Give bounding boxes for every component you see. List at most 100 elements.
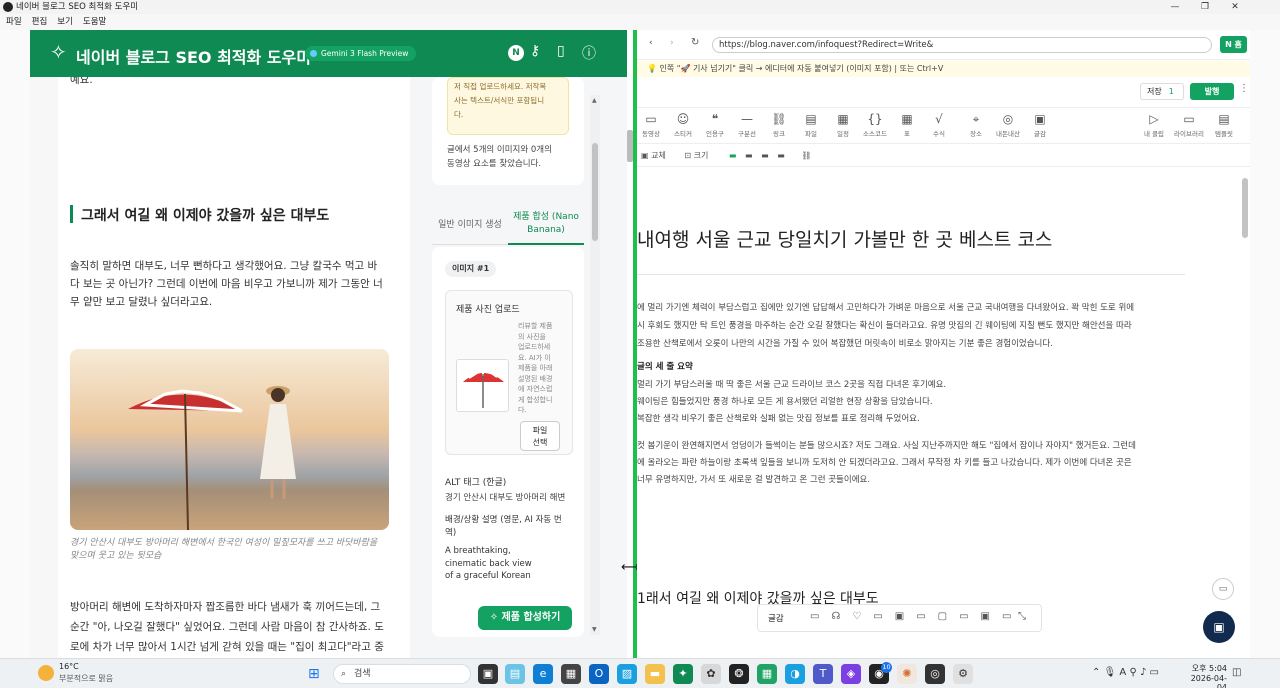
- tool-library[interactable]: ▭ 라이브러리: [1172, 110, 1206, 138]
- outlook-icon[interactable]: O: [589, 664, 609, 684]
- menu-edit[interactable]: 편집: [32, 17, 48, 27]
- replace-button[interactable]: 교체: [651, 151, 666, 160]
- app-icon-5[interactable]: ⚙: [953, 664, 973, 684]
- tab-product-synthesis[interactable]: 제품 합성 (Nano Banana): [508, 211, 584, 245]
- menu-file[interactable]: 파일: [6, 17, 22, 27]
- divider-icon: —: [741, 112, 753, 126]
- tool-link[interactable]: ⛓ 링크: [762, 110, 796, 138]
- app-icon-4[interactable]: ◎: [925, 664, 945, 684]
- tool-video[interactable]: ▭ 동영상: [637, 110, 668, 138]
- size-button[interactable]: 크기: [694, 151, 709, 160]
- floating-app-icon[interactable]: ▣: [1203, 611, 1235, 643]
- user-avatar[interactable]: N: [508, 45, 524, 61]
- photos-icon[interactable]: ▨: [617, 664, 637, 684]
- browser-icon[interactable]: ◑: [785, 664, 805, 684]
- maximize-button[interactable]: ❐: [1190, 0, 1220, 14]
- tool-clip[interactable]: ▷ 내 클립: [1137, 110, 1171, 138]
- more-icon[interactable]: ⋮: [1239, 83, 1249, 94]
- taskbar-search[interactable]: ⌕ 검색: [333, 664, 471, 684]
- back-icon[interactable]: ‹: [649, 38, 653, 48]
- tool-formula[interactable]: √ 수식: [922, 110, 956, 138]
- body-line: 에 멀리 가기엔 체력이 부담스럽고 집에만 있기엔 답답해서 고민하다가 가벼…: [637, 303, 1135, 313]
- editor-bottom-bar: 글감 ▭☊♡▭▣▭▢▭▣▭ ⤡: [757, 604, 1042, 632]
- chatgpt-icon[interactable]: ❂: [729, 664, 749, 684]
- app-icon: [3, 2, 13, 12]
- alt-input[interactable]: 경기 안산시 대부도 방아머리 해변: [445, 491, 573, 503]
- editor-document[interactable]: 내여행 서울 근교 당일치기 가볼만 한 곳 베스트 코스 에 멀리 가기엔 체…: [637, 168, 1250, 658]
- replace-icon[interactable]: ▣: [641, 151, 651, 160]
- article-para-line: 순간 "아, 나오길 잘했다" 싶었어요. 그런데 사람 마음이 참 간사하죠.…: [70, 621, 384, 633]
- teams-icon[interactable]: T: [813, 664, 833, 684]
- synthesize-button[interactable]: ✧ 제품 합성하기: [478, 606, 572, 630]
- mobile-icon[interactable]: ▯: [557, 43, 565, 59]
- body-line: 컷 봄기운이 완연해지면서 엉덩이가 들썩이는 분들 많으시죠? 저도 그래요.…: [637, 441, 1136, 451]
- bg-textarea[interactable]: A breathtaking, cinematic back view of a…: [445, 545, 573, 583]
- model-badge: Gemini 3 Flash Preview: [305, 46, 417, 61]
- tool-label: 인용구: [706, 130, 724, 138]
- tool-material[interactable]: ▣ 글감: [1023, 110, 1057, 138]
- edge-icon[interactable]: e: [533, 664, 553, 684]
- menu-help[interactable]: 도움말: [83, 17, 106, 27]
- refresh-icon[interactable]: ↻: [691, 37, 699, 48]
- notification-icon[interactable]: ◫: [1232, 667, 1241, 678]
- app-icon-2[interactable]: ✿: [701, 664, 721, 684]
- explorer-icon[interactable]: ▬: [645, 664, 665, 684]
- file-select-button[interactable]: 파일 선택: [520, 421, 560, 451]
- tool-sticker[interactable]: ☺ 스티커: [666, 110, 700, 138]
- tool-ad[interactable]: ◎ 내돈내산: [991, 110, 1025, 138]
- scroll-up-icon[interactable]: ▲: [592, 97, 597, 104]
- editor-toolbar: ▭ 동영상 ☺ 스티커 ❝ 인용구 — 구분선 ⛓ 링크 ▤ 파일 ▦ 일정 {} 소스코드 ▦…: [637, 110, 1250, 144]
- tab-general-image[interactable]: 일반 이미지 생성: [432, 219, 508, 232]
- claude-icon[interactable]: ✺: [897, 664, 917, 684]
- tool-schedule[interactable]: ▦ 일정: [826, 110, 860, 138]
- naver-home-button[interactable]: N 홈: [1220, 36, 1247, 53]
- tool-label: 구분선: [738, 130, 756, 138]
- post-title[interactable]: 내여행 서울 근교 당일치기 가볼만 한 곳 베스트 코스: [637, 225, 1052, 252]
- clock-date[interactable]: 2026-04-04: [1181, 674, 1227, 688]
- key-icon[interactable]: ⚷: [530, 43, 540, 59]
- right-margin: [1250, 30, 1280, 658]
- copilot-icon[interactable]: ◈: [841, 664, 861, 684]
- tool-table[interactable]: ▦ 표: [890, 110, 924, 138]
- clock-time[interactable]: 오후 5:04: [1189, 663, 1227, 674]
- scroll-down-icon[interactable]: ▼: [592, 626, 597, 633]
- align-left-icon[interactable]: ▬: [729, 151, 737, 160]
- menu-bar: 파일 편집 보기 도움말: [0, 14, 1280, 30]
- monitor-icon[interactable]: ▭: [1212, 578, 1234, 600]
- bottom-icons[interactable]: ▭☊♡▭▣▭▢▭▣▭: [810, 611, 1023, 622]
- align-center-icon[interactable]: ▬: [745, 151, 753, 160]
- bottom-material[interactable]: 글감: [768, 612, 784, 624]
- size-icon[interactable]: ⊡: [684, 151, 693, 160]
- tool-sourcecode[interactable]: {} 소스코드: [858, 110, 892, 138]
- close-button[interactable]: ✕: [1220, 0, 1250, 14]
- tool-template[interactable]: ▤ 템플릿: [1207, 110, 1241, 138]
- app-icon-1[interactable]: ✦: [673, 664, 693, 684]
- link-icon[interactable]: ⛓: [801, 151, 811, 160]
- url-input[interactable]: https://blog.naver.com/infoquest?Redirec…: [712, 37, 1212, 53]
- search-icon: ⌕: [341, 669, 347, 679]
- panel-scroll-thumb[interactable]: [592, 143, 598, 241]
- tool-place[interactable]: ⌖ 장소: [959, 110, 993, 138]
- editor-scroll-thumb[interactable]: [1242, 178, 1248, 238]
- tool-divider[interactable]: — 구분선: [730, 110, 764, 138]
- start-icon[interactable]: ⊞: [308, 666, 320, 682]
- forward-icon[interactable]: ›: [670, 38, 674, 48]
- tool-file[interactable]: ▤ 파일: [794, 110, 828, 138]
- tray-icons[interactable]: ⌃ 🎙 A ⚲ ♪ ▭: [1092, 667, 1159, 678]
- align-right-icon[interactable]: ▬: [761, 151, 769, 160]
- left-margin: [0, 30, 30, 658]
- save-button[interactable]: 저장 1: [1140, 83, 1184, 100]
- widgets-icon[interactable]: ▤: [505, 664, 525, 684]
- taskview-icon[interactable]: ▣: [478, 664, 498, 684]
- publish-button[interactable]: 발행: [1190, 83, 1234, 100]
- tool-quote[interactable]: ❝ 인용구: [698, 110, 732, 138]
- minimize-button[interactable]: —: [1160, 0, 1190, 14]
- sheets-icon[interactable]: ▦: [757, 664, 777, 684]
- menu-view[interactable]: 보기: [57, 17, 73, 27]
- help-icon[interactable]: ⓘ: [582, 43, 596, 63]
- collapse-icon[interactable]: ⤡: [1018, 611, 1026, 622]
- tool-label: 소스코드: [863, 130, 887, 138]
- align-full-icon[interactable]: ▬: [777, 151, 785, 160]
- save-label: 저장: [1147, 87, 1162, 96]
- store-icon[interactable]: ▦: [561, 664, 581, 684]
